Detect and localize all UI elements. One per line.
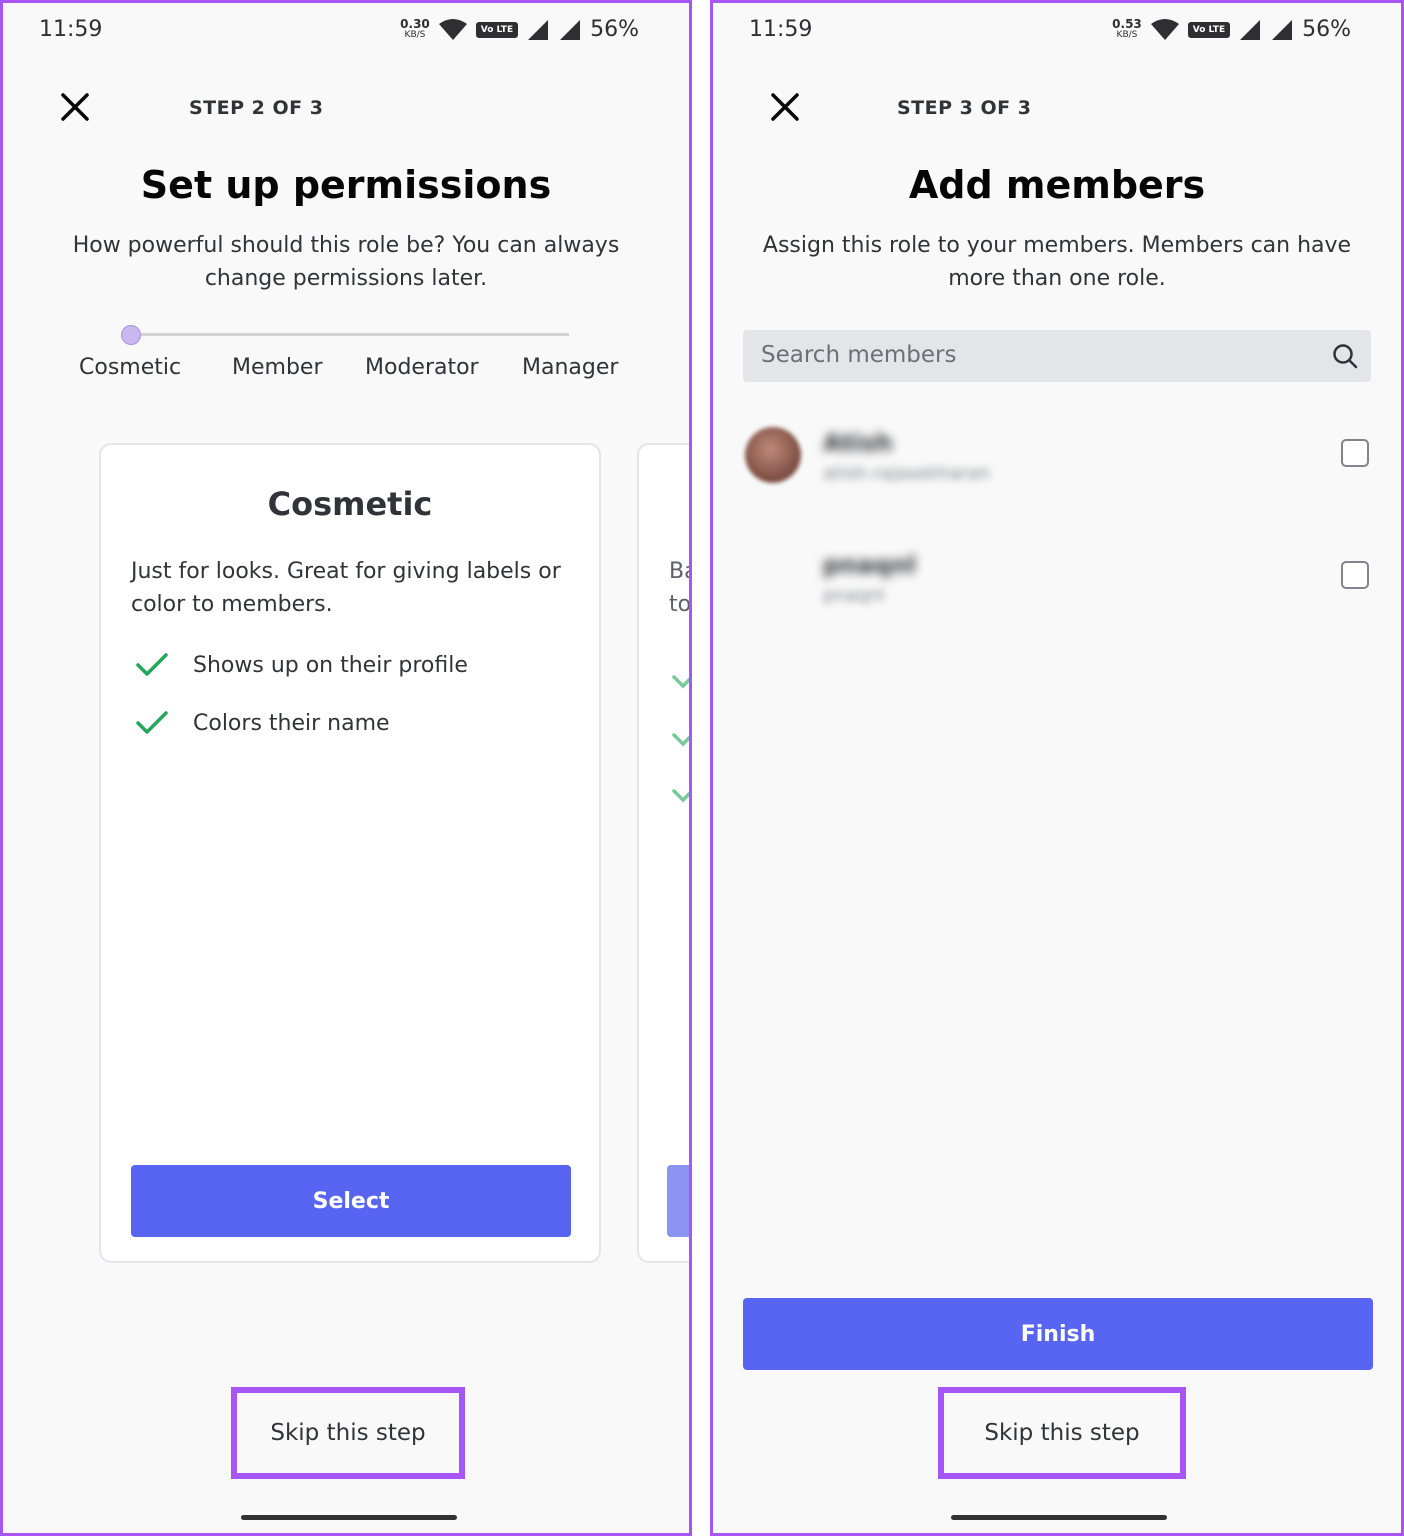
check-icon bbox=[672, 675, 689, 689]
check-icon bbox=[136, 653, 168, 676]
home-indicator bbox=[951, 1515, 1167, 1520]
member-name: pnaqnl bbox=[823, 551, 916, 579]
level-cosmetic[interactable]: Cosmetic bbox=[79, 355, 181, 380]
signal-icon bbox=[528, 19, 549, 40]
level-moderator[interactable]: Moderator bbox=[365, 355, 479, 380]
wifi-icon bbox=[438, 18, 467, 40]
page-subtitle: How powerful should this role be? You ca… bbox=[72, 233, 620, 291]
network-speed: 0.30 KB/S bbox=[400, 16, 430, 41]
role-card-cosmetic: Cosmetic Just for looks. Great for givin… bbox=[99, 443, 601, 1263]
check-icon bbox=[672, 789, 689, 803]
member-checkbox[interactable] bbox=[1341, 439, 1369, 467]
page-subtitle: Assign this role to your members. Member… bbox=[762, 233, 1352, 291]
skip-step-label: Skip this step bbox=[270, 1420, 426, 1446]
signal-icon-2 bbox=[1272, 19, 1293, 40]
member-username: pnaqnl bbox=[823, 585, 885, 606]
status-time: 11:59 bbox=[39, 17, 103, 42]
home-indicator bbox=[241, 1515, 457, 1520]
check-icon bbox=[672, 733, 689, 747]
select-button-peek[interactable] bbox=[667, 1165, 689, 1237]
avatar bbox=[745, 427, 801, 483]
page-title: Add members bbox=[908, 163, 1206, 207]
feature-item: Shows up on their profile bbox=[135, 651, 468, 679]
page-title: Set up permissions bbox=[140, 163, 552, 207]
step-indicator: STEP 3 OF 3 bbox=[897, 97, 1032, 119]
level-manager[interactable]: Manager bbox=[522, 355, 618, 380]
member-checkbox[interactable] bbox=[1341, 561, 1369, 589]
lte-icon: Vo LTE bbox=[475, 21, 519, 38]
member-username: atish.rajasekharan bbox=[823, 463, 991, 484]
search-placeholder: Search members bbox=[761, 342, 957, 368]
network-speed-unit: KB/S bbox=[1116, 29, 1138, 40]
card-title: Cosmetic bbox=[267, 485, 433, 523]
skip-step-button[interactable]: Skip this step bbox=[938, 1387, 1186, 1479]
skip-step-label: Skip this step bbox=[984, 1420, 1140, 1446]
feature-item: Colors their name bbox=[135, 709, 390, 737]
status-icons: 0.30 KB/S Vo LTE 56% bbox=[400, 17, 639, 42]
step-indicator: STEP 2 OF 3 bbox=[189, 97, 324, 119]
network-speed-unit: KB/S bbox=[404, 29, 426, 40]
status-time: 11:59 bbox=[749, 17, 813, 42]
search-members-input[interactable]: Search members bbox=[743, 330, 1371, 382]
close-icon[interactable] bbox=[765, 87, 805, 127]
role-card-member-peek[interactable]: Bato bbox=[637, 443, 692, 1263]
close-icon[interactable] bbox=[55, 87, 95, 127]
skip-step-button[interactable]: Skip this step bbox=[231, 1387, 465, 1479]
status-bar: 11:59 0.30 KB/S Vo LTE 56% bbox=[39, 17, 639, 49]
permission-slider-thumb[interactable] bbox=[121, 325, 141, 345]
search-icon[interactable] bbox=[1331, 342, 1359, 370]
check-icon bbox=[136, 711, 168, 734]
wifi-icon bbox=[1150, 18, 1179, 40]
signal-icon bbox=[1240, 19, 1261, 40]
network-speed-value: 0.30 bbox=[400, 16, 430, 31]
status-icons: 0.53 KB/S Vo LTE 56% bbox=[1112, 17, 1351, 42]
lte-icon: Vo LTE bbox=[1187, 21, 1231, 38]
battery-percent: 56% bbox=[1302, 17, 1351, 42]
status-bar: 11:59 0.53 KB/S Vo LTE 56% bbox=[749, 17, 1351, 49]
finish-button[interactable]: Finish bbox=[743, 1298, 1373, 1370]
select-button[interactable]: Select bbox=[131, 1165, 571, 1237]
permission-slider-track[interactable] bbox=[131, 333, 569, 336]
member-name: Atish bbox=[823, 429, 893, 457]
peek-description: Bato bbox=[669, 559, 692, 617]
permissions-screen: 11:59 0.30 KB/S Vo LTE 56% STEP 2 OF 3 Se… bbox=[0, 0, 692, 1536]
feature-label: Colors their name bbox=[193, 710, 390, 736]
member-row[interactable]: pnaqnl pnaqnl bbox=[743, 541, 1371, 621]
level-member[interactable]: Member bbox=[232, 355, 323, 380]
signal-icon-2 bbox=[560, 19, 581, 40]
feature-label: Shows up on their profile bbox=[193, 652, 468, 678]
battery-percent: 56% bbox=[590, 17, 639, 42]
card-description: Just for looks. Great for giving labels … bbox=[131, 559, 561, 617]
network-speed-value: 0.53 bbox=[1112, 16, 1142, 31]
member-row[interactable]: Atish atish.rajasekharan bbox=[743, 419, 1371, 499]
add-members-screen: 11:59 0.53 KB/S Vo LTE 56% STEP 3 OF 3 Ad… bbox=[710, 0, 1404, 1536]
network-speed: 0.53 KB/S bbox=[1112, 16, 1142, 41]
